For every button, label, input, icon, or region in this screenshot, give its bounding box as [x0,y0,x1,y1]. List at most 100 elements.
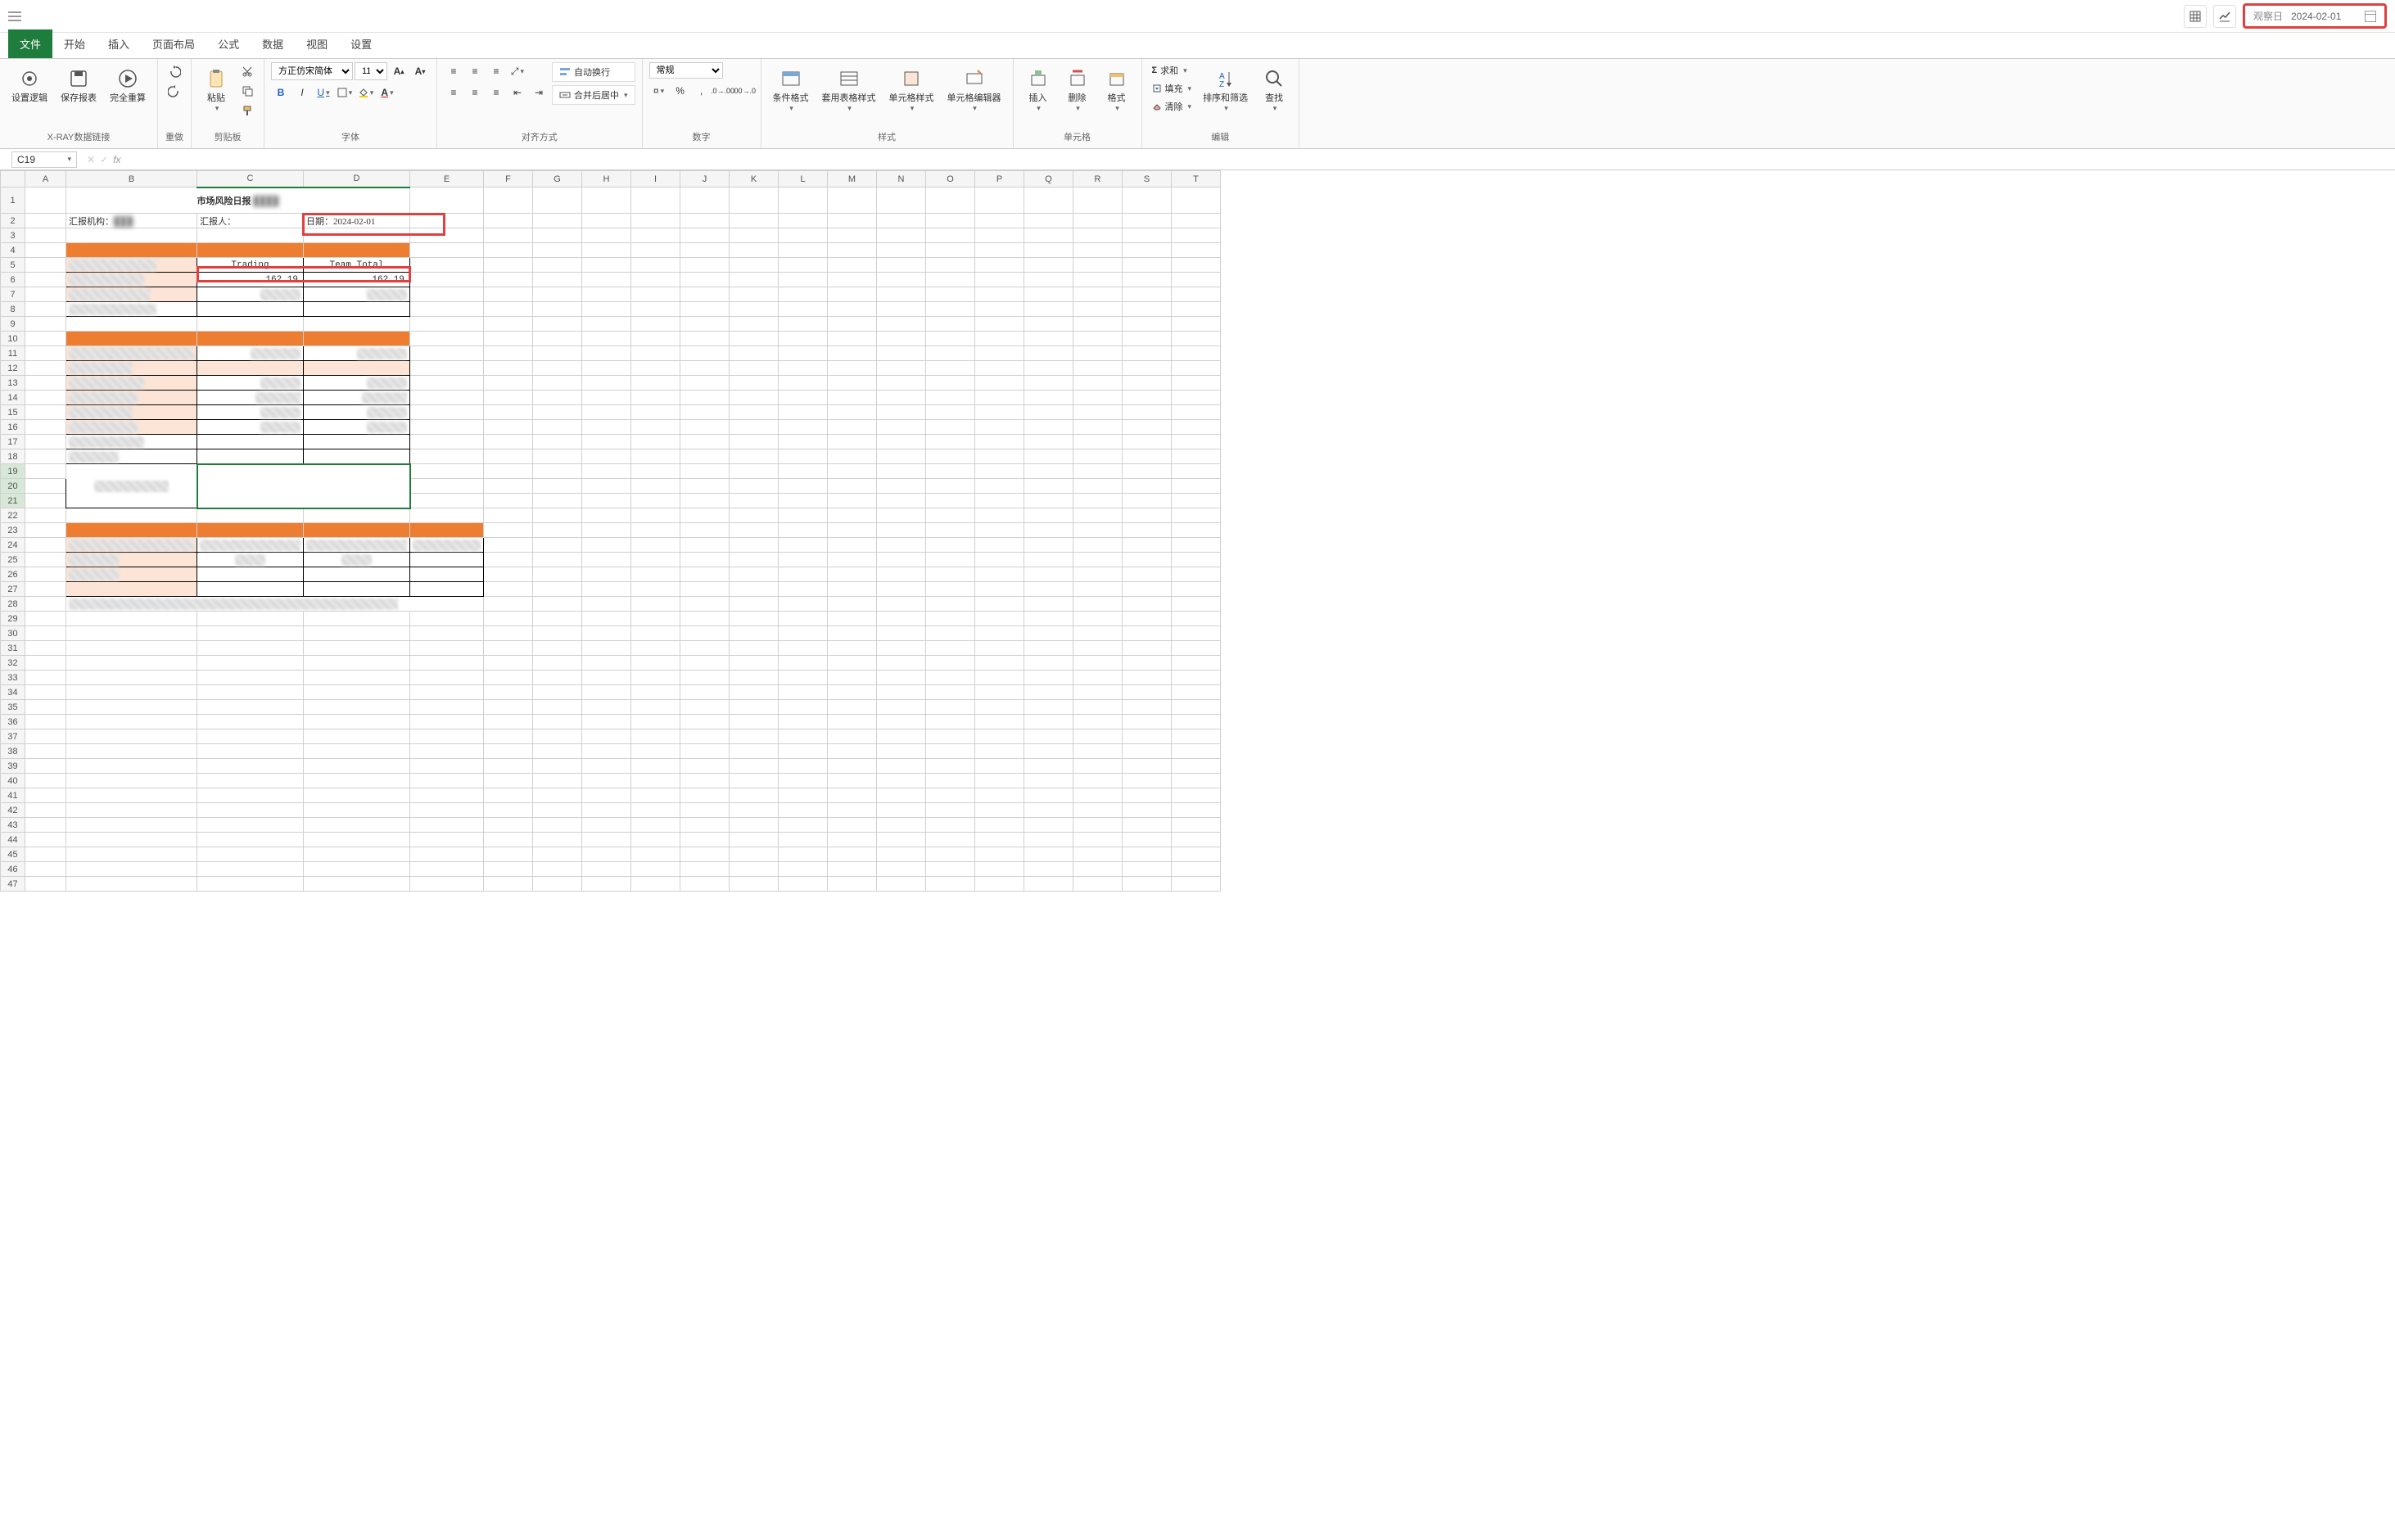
col-team-total-header[interactable]: Team Total [304,258,410,273]
chart-view-button[interactable] [2213,5,2236,28]
tab-insert[interactable]: 插入 [97,29,141,58]
font-color-button[interactable]: A [377,84,397,102]
row-header[interactable]: 9 [1,317,25,332]
full-recalc-button[interactable]: 完全重算 [105,62,151,107]
row-header[interactable]: 42 [1,803,25,818]
section3-header[interactable] [66,523,197,538]
row-header[interactable]: 6 [1,273,25,287]
row-header[interactable]: 5 [1,258,25,273]
row-header[interactable]: 12 [1,361,25,376]
row-header[interactable]: 23 [1,523,25,538]
row-header[interactable]: 25 [1,553,25,567]
clear-button[interactable]: 清除 [1149,98,1195,115]
merge-center-button[interactable]: 合并后居中 [552,85,635,105]
row-header[interactable]: 21 [1,494,25,508]
row-header[interactable]: 16 [1,420,25,435]
undo-button[interactable] [165,62,184,80]
col-trading-header[interactable]: Trading [197,258,304,273]
org-label-cell[interactable]: 汇报机构：███ [66,214,197,228]
save-report-button[interactable]: 保存报表 [56,62,102,107]
set-logic-button[interactable]: 设置逻辑 [7,62,52,107]
row-header[interactable]: 38 [1,744,25,759]
number-format-select[interactable]: 常规 [649,62,723,79]
tab-formula[interactable]: 公式 [206,29,251,58]
redo-button[interactable] [165,82,184,100]
row-header[interactable]: 40 [1,774,25,788]
wrap-text-button[interactable]: 自动换行 [552,62,635,82]
increase-decimal-button[interactable]: .0→.00 [713,82,733,100]
fill-color-button[interactable] [356,84,376,102]
section1-header[interactable] [66,243,197,258]
comma-button[interactable]: , [692,82,712,100]
list-icon[interactable] [8,11,21,21]
fx-icon[interactable]: fx [113,154,120,165]
currency-button[interactable]: ¤ [649,82,669,100]
selected-range[interactable] [197,464,410,508]
tab-layout[interactable]: 页面布局 [141,29,206,58]
col-header-A[interactable]: A [25,171,66,187]
section2-header[interactable] [66,332,197,346]
row-header[interactable]: 44 [1,833,25,847]
align-right-button[interactable]: ≡ [486,84,506,102]
observe-date-input[interactable] [2291,11,2357,22]
grid-view-button[interactable] [2184,5,2207,28]
align-center-button[interactable]: ≡ [465,84,485,102]
insert-cells-button[interactable]: 插入 [1020,62,1056,116]
row-header[interactable]: 32 [1,656,25,671]
row-header[interactable]: 24 [1,538,25,553]
tab-file[interactable]: 文件 [8,29,52,58]
col-header-J[interactable]: J [680,171,730,187]
cell-editor-button[interactable]: 单元格编辑器 [942,62,1006,116]
italic-button[interactable]: I [292,84,312,102]
format-cells-button[interactable]: 格式 [1099,62,1135,116]
date-label-cell[interactable]: 日期：2024-02-01 [304,214,410,228]
format-painter-button[interactable] [237,102,257,120]
copy-button[interactable] [237,82,257,100]
row-header[interactable]: 4 [1,243,25,258]
row-header[interactable]: 45 [1,847,25,862]
row-header[interactable]: 35 [1,700,25,715]
formula-input[interactable] [127,152,2395,167]
team-total-value-cell[interactable]: 162.19 [304,273,410,287]
bold-button[interactable]: B [271,84,291,102]
row-header[interactable]: 10 [1,332,25,346]
conditional-format-button[interactable]: 条件格式 [768,62,814,116]
align-left-button[interactable]: ≡ [444,84,463,102]
row-header[interactable]: 37 [1,729,25,744]
cut-button[interactable] [237,62,257,80]
tab-settings[interactable]: 设置 [339,29,383,58]
row-header[interactable]: 33 [1,671,25,685]
col-header-P[interactable]: P [975,171,1024,187]
align-top-button[interactable]: ≡ [444,62,463,80]
col-header-I[interactable]: I [631,171,680,187]
autosum-button[interactable]: Σ求和 [1149,62,1195,79]
row-header[interactable]: 13 [1,376,25,391]
decrease-decimal-button[interactable]: .00→.0 [734,82,754,100]
accept-formula-icon[interactable]: ✓ [100,154,108,165]
underline-button[interactable]: U [314,84,333,102]
spreadsheet-grid[interactable]: A B C D E F G H I J K L M N O P Q R S T … [0,170,2395,1538]
orientation-button[interactable]: ⤢ [508,62,527,80]
col-header-D[interactable]: D [304,171,410,187]
row-header[interactable]: 22 [1,508,25,523]
row-header[interactable]: 26 [1,567,25,582]
tab-home[interactable]: 开始 [52,29,97,58]
increase-font-button[interactable]: A▴ [389,62,409,80]
paste-button[interactable]: 粘贴 [198,62,234,116]
row-header[interactable]: 8 [1,302,25,317]
col-header-S[interactable]: S [1123,171,1172,187]
sort-filter-button[interactable]: AZ 排序和筛选 [1198,62,1253,116]
observe-date-picker[interactable]: 观察日 [2243,3,2387,29]
col-header-M[interactable]: M [828,171,877,187]
percent-button[interactable]: % [671,82,690,100]
select-all-corner[interactable] [1,171,25,187]
col-header-O[interactable]: O [926,171,975,187]
row-header[interactable]: 2 [1,214,25,228]
col-header-K[interactable]: K [730,171,779,187]
row-header[interactable]: 30 [1,626,25,641]
row-header[interactable]: 20 [1,479,25,494]
col-header-G[interactable]: G [533,171,582,187]
indent-decrease-button[interactable]: ⇤ [508,84,527,102]
border-button[interactable] [335,84,355,102]
row-header[interactable]: 47 [1,877,25,892]
